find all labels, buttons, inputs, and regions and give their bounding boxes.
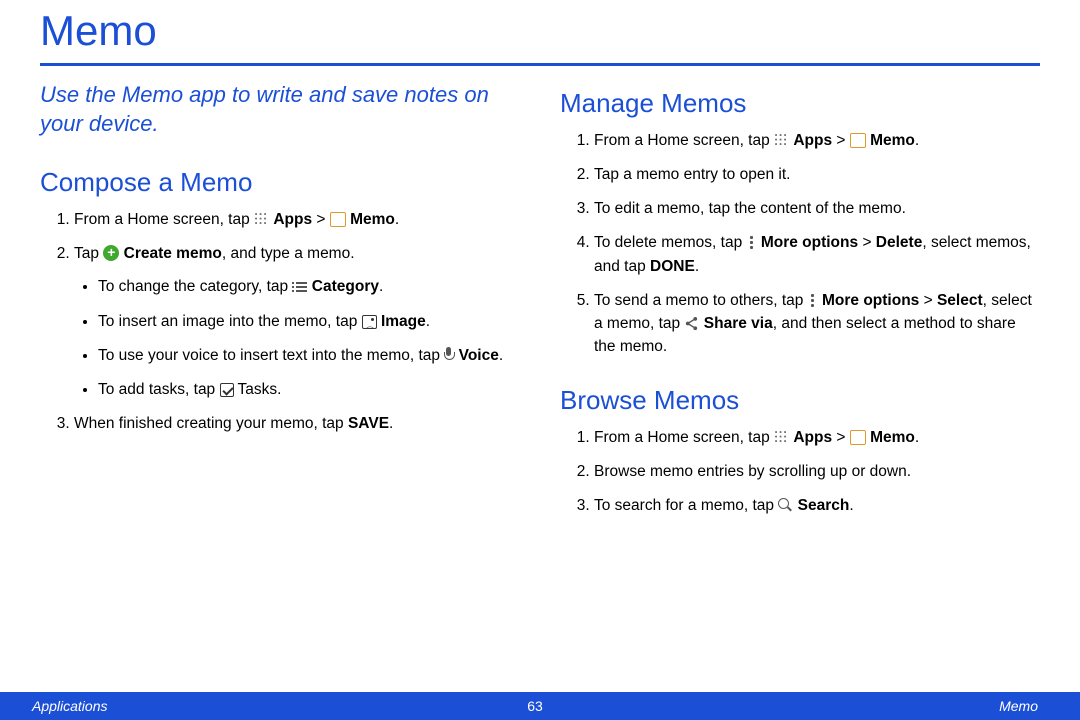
create-memo-label: Create memo bbox=[124, 245, 222, 262]
memo-icon bbox=[850, 430, 866, 445]
search-label: Search bbox=[798, 497, 850, 514]
manage-step-5: To send a memo to others, tap More optio… bbox=[594, 289, 1040, 359]
sub-category: To change the category, tap Category. bbox=[98, 275, 520, 298]
browse-step-3: To search for a memo, tap Search. bbox=[594, 494, 1040, 517]
category-icon bbox=[292, 281, 307, 294]
plus-icon bbox=[103, 245, 119, 261]
intro-text: Use the Memo app to write and save notes… bbox=[40, 80, 520, 139]
save-label: SAVE bbox=[348, 415, 389, 432]
compose-heading: Compose a Memo bbox=[40, 167, 520, 198]
apps-icon bbox=[254, 212, 269, 227]
footer-right: Memo bbox=[543, 698, 1080, 714]
apps-icon bbox=[774, 133, 789, 148]
compose-step-3: When finished creating your memo, tap SA… bbox=[74, 412, 520, 435]
footer-page-number: 63 bbox=[527, 698, 543, 714]
apps-icon bbox=[774, 430, 789, 445]
memo-icon bbox=[330, 212, 346, 227]
search-icon bbox=[778, 498, 793, 513]
page: Memo Use the Memo app to write and save … bbox=[0, 0, 1080, 720]
share-via-label: Share via bbox=[704, 315, 773, 332]
more-options-label: More options bbox=[761, 234, 858, 251]
memo-label: Memo bbox=[350, 211, 395, 228]
page-title: Memo bbox=[40, 4, 1040, 59]
manage-heading: Manage Memos bbox=[560, 88, 1040, 119]
compose-steps: From a Home screen, tap Apps > Memo. Tap… bbox=[40, 208, 520, 436]
voice-icon bbox=[444, 347, 454, 363]
sub-image: To insert an image into the memo, tap Im… bbox=[98, 310, 520, 333]
select-label: Select bbox=[937, 292, 983, 309]
sub-tasks: To add tasks, tap Tasks. bbox=[98, 378, 520, 401]
right-column: Manage Memos From a Home screen, tap App… bbox=[560, 80, 1040, 529]
manage-step-1: From a Home screen, tap Apps > Memo. bbox=[594, 129, 1040, 152]
delete-label: Delete bbox=[876, 234, 923, 251]
footer-left: Applications bbox=[0, 698, 527, 714]
image-icon bbox=[362, 315, 377, 329]
compose-step-2: Tap Create memo, and type a memo. To cha… bbox=[74, 242, 520, 401]
category-label: Category bbox=[312, 278, 379, 295]
tasks-icon bbox=[220, 383, 234, 397]
manage-steps: From a Home screen, tap Apps > Memo. Tap… bbox=[560, 129, 1040, 359]
memo-icon bbox=[850, 133, 866, 148]
left-column: Use the Memo app to write and save notes… bbox=[40, 80, 520, 529]
content-columns: Use the Memo app to write and save notes… bbox=[40, 80, 1040, 529]
image-label: Image bbox=[381, 313, 426, 330]
title-rule bbox=[40, 63, 1040, 66]
compose-step-1: From a Home screen, tap Apps > Memo. bbox=[74, 208, 520, 231]
browse-step-1: From a Home screen, tap Apps > Memo. bbox=[594, 426, 1040, 449]
sub-voice: To use your voice to insert text into th… bbox=[98, 344, 520, 367]
tasks-label: Tasks. bbox=[238, 381, 282, 398]
share-icon bbox=[684, 315, 699, 330]
manage-step-2: Tap a memo entry to open it. bbox=[594, 163, 1040, 186]
done-label: DONE bbox=[650, 258, 695, 275]
more-options-icon bbox=[747, 235, 757, 250]
browse-steps: From a Home screen, tap Apps > Memo. Bro… bbox=[560, 426, 1040, 518]
footer: Applications 63 Memo bbox=[0, 692, 1080, 720]
browse-heading: Browse Memos bbox=[560, 385, 1040, 416]
browse-step-2: Browse memo entries by scrolling up or d… bbox=[594, 460, 1040, 483]
manage-step-3: To edit a memo, tap the content of the m… bbox=[594, 197, 1040, 220]
voice-label: Voice bbox=[459, 347, 499, 364]
compose-substeps: To change the category, tap Category. To… bbox=[74, 275, 520, 401]
more-options-icon bbox=[808, 293, 818, 308]
manage-step-4: To delete memos, tap More options > Dele… bbox=[594, 231, 1040, 278]
apps-label: Apps bbox=[273, 211, 312, 228]
